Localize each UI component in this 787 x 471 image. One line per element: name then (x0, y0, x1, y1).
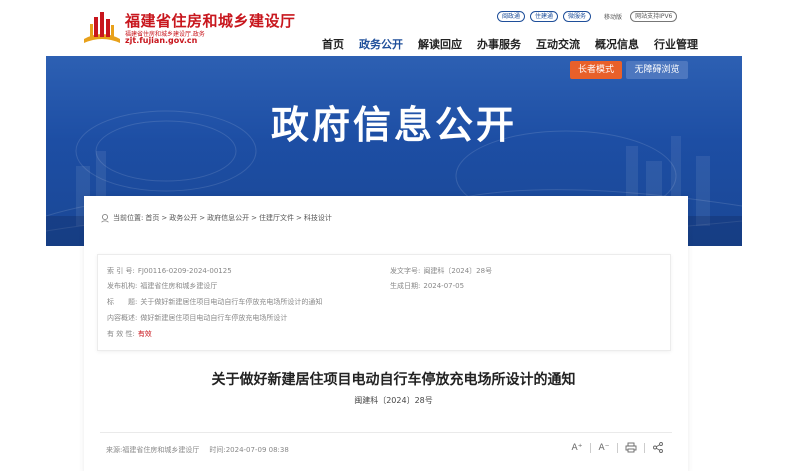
main-nav: 首页 政务公开 解读回应 办事服务 互动交流 概况信息 行业管理 (322, 36, 713, 52)
accessibility-button[interactable]: 无障碍浏览 (626, 61, 688, 79)
print-icon[interactable] (624, 442, 638, 453)
breadcrumb-item-public-affairs[interactable]: 政务公开 (169, 213, 197, 223)
font-smaller-button[interactable]: A⁻ (597, 443, 611, 453)
meta-time: 时间:2024-07-09 08:38 (209, 446, 289, 454)
divider (100, 432, 672, 433)
site-name[interactable]: 福建省住房和城乡建设厅 (125, 10, 296, 31)
breadcrumb-label: 当前位置: (113, 214, 144, 222)
logo-icon[interactable] (82, 9, 122, 45)
nav-item-interaction[interactable]: 互动交流 (536, 36, 580, 52)
site-domain: zjt.fujian.gov.cn (125, 36, 198, 45)
elder-mode-button[interactable]: 长者模式 (570, 61, 622, 79)
breadcrumb-item-files[interactable]: 住建厅文件 (259, 213, 294, 223)
breadcrumb-item-gov-info[interactable]: 政府信息公开 (207, 213, 249, 223)
page: 福建省住房和城乡建设厅 福建省住房和城乡建设厅.政务 zjt.fujian.go… (0, 0, 787, 471)
nav-item-industry[interactable]: 行业管理 (654, 36, 698, 52)
top-links: 闽政通 住建通 微服务 移动版 网站支持IPV6 (497, 10, 682, 22)
info-validity: 有 效 性: 有效 (107, 330, 152, 338)
site-header: 福建省住房和城乡建设厅 福建省住房和城乡建设厅.政务 zjt.fujian.go… (0, 0, 787, 56)
banner-title: 政府信息公开 (270, 103, 517, 147)
info-title: 标 题: 关于做好新建居住项目电动自行车停放充电场所设计的通知 (107, 298, 323, 306)
nav-item-overview[interactable]: 概况信息 (595, 36, 639, 52)
nav-item-public-affairs[interactable]: 政务公开 (359, 36, 403, 52)
info-doc-number: 发文字号: 闽建科〔2024〕28号 (390, 267, 493, 275)
top-link-minzhengtong[interactable]: 闽政通 (497, 10, 526, 22)
nav-item-services[interactable]: 办事服务 (477, 36, 521, 52)
meta-source: 来源:福建省住房和城乡建设厅 (106, 446, 200, 454)
document-number: 闽建科〔2024〕28号 (354, 396, 433, 405)
breadcrumb: 当前位置: 首页 > 政务公开 > 政府信息公开 > 住建厅文件 > 科技设计 (100, 213, 334, 223)
font-larger-button[interactable]: A⁺ (570, 443, 584, 453)
location-icon (101, 213, 109, 223)
info-index: 索 引 号: FJ00116-0209-2024-00125 (107, 267, 232, 275)
info-organization: 发布机构: 福建省住房和城乡建设厅 (107, 282, 218, 290)
document-meta: 来源:福建省住房和城乡建设厅 时间:2024-07-09 08:38 (106, 445, 289, 455)
breadcrumb-item-tech-design[interactable]: 科技设计 (304, 213, 332, 223)
top-link-weifuwu[interactable]: 微服务 (563, 10, 592, 22)
info-summary: 内容概述: 做好新建居住项目电动自行车停放充电场所设计 (107, 314, 288, 322)
ipv6-badge: 网站支持IPV6 (630, 10, 678, 22)
nav-item-interpretation[interactable]: 解读回应 (418, 36, 462, 52)
breadcrumb-item-home[interactable]: 首页 (145, 213, 159, 223)
nav-item-home[interactable]: 首页 (322, 36, 344, 52)
top-link-zhujiantong[interactable]: 住建通 (530, 10, 559, 22)
validity-status: 有效 (137, 330, 152, 338)
info-date: 生成日期: 2024-07-05 (390, 282, 465, 290)
document-title: 关于做好新建居住项目电动自行车停放充电场所设计的通知 (211, 372, 576, 388)
share-icon[interactable] (651, 442, 665, 453)
document-info-box: 索 引 号: FJ00116-0209-2024-00125 发文字号: 闽建科〔2… (97, 254, 671, 351)
mobile-version-link[interactable]: 移动版 (604, 12, 622, 21)
document-tools: A⁺ A⁻ (570, 442, 665, 453)
